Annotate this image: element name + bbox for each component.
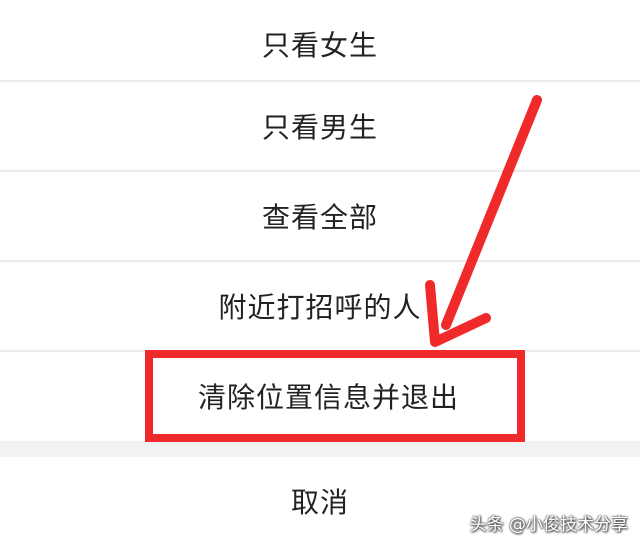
menu-item-female-only[interactable]: 只看女生 [0,0,640,88]
action-sheet: 只看女生 只看男生 查看全部 附近打招呼的人 清除位置信息并退出 取消 [0,0,640,545]
menu-item-label: 清除位置信息并退出 [198,381,460,414]
menu-item-label: 只看女生 [261,29,378,62]
section-gap [0,441,640,457]
menu-item-label: 附近打招呼的人 [218,291,422,324]
menu-item-male-only[interactable]: 只看男生 [0,82,640,170]
cancel-label: 取消 [290,486,349,519]
menu-item-view-all[interactable]: 查看全部 [0,172,640,260]
menu-item-nearby-greetings[interactable]: 附近打招呼的人 [0,262,640,350]
watermark: 头条 @小俊技术分享 [469,515,628,535]
menu-item-label: 查看全部 [261,201,378,234]
menu-item-label: 只看男生 [261,111,378,144]
menu-item-clear-location-and-exit[interactable]: 清除位置信息并退出 [0,352,640,440]
